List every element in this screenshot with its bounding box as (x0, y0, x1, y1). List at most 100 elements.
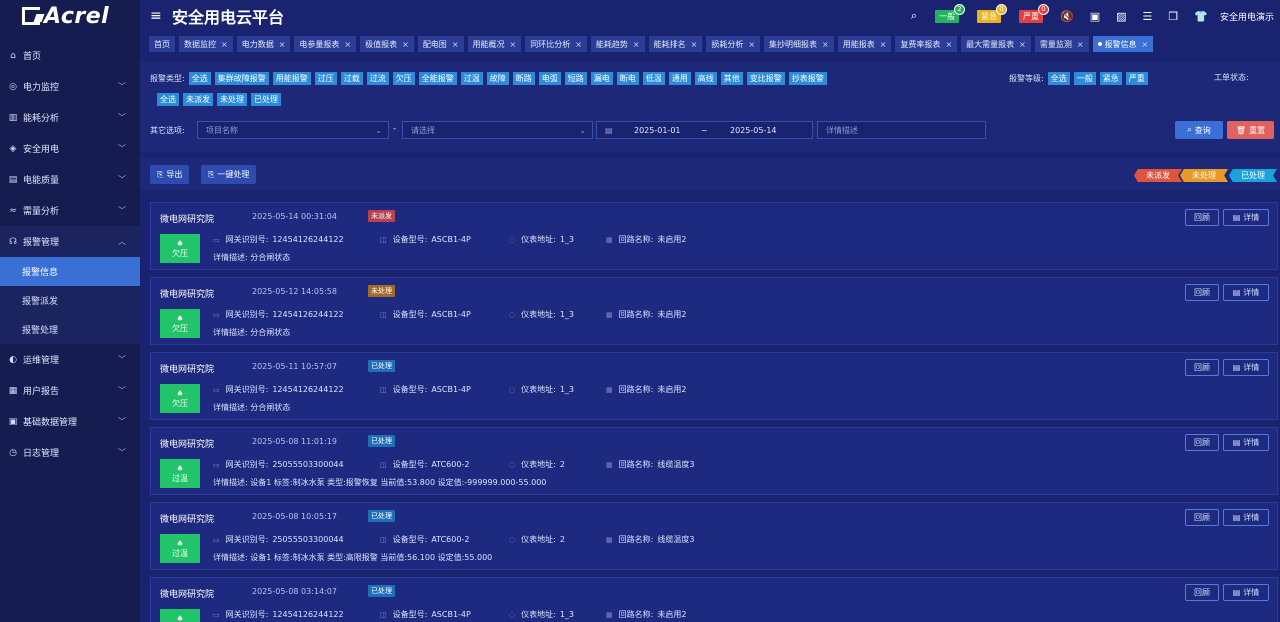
tab-6[interactable]: 用能概况 × (467, 36, 522, 52)
alarm-type-chip[interactable]: 用能报警 (272, 72, 311, 85)
detail-button[interactable]: ▤ 详情 (1223, 284, 1269, 301)
image-icon[interactable]: ▨ (1116, 10, 1126, 23)
tab-7[interactable]: 同环比分析 × (525, 36, 587, 52)
alarm-type-chip[interactable]: 断路 (512, 72, 535, 85)
alarm-level-badge-1[interactable]: 紧急 0 (977, 3, 1008, 23)
sidebar-item-1[interactable]: ◎ 电力监控 ﹀ (0, 71, 140, 102)
sidebar-subitem-1[interactable]: 报警派发 (0, 286, 140, 315)
reply-button[interactable]: 回顾 (1185, 509, 1219, 526)
sidebar-subitem-2[interactable]: 报警处理 (0, 315, 140, 344)
alarm-type-chip[interactable]: 故障 (486, 72, 509, 85)
close-icon[interactable]: × (344, 40, 351, 49)
detail-button[interactable]: ▤ 详情 (1223, 209, 1269, 226)
alarm-type-chip[interactable]: 集群故障报警 (214, 72, 269, 85)
alarm-level-badge-2[interactable]: 严重 0 (1019, 3, 1050, 23)
sidebar-item-0[interactable]: ⌂ 首页 (0, 40, 140, 71)
detail-button[interactable]: ▤ 详情 (1223, 434, 1269, 451)
tab-16[interactable]: 报警信息 × (1092, 36, 1154, 52)
sidebar-item-5[interactable]: ≈ 需量分析 ﹀ (0, 195, 140, 226)
alarm-type-chip[interactable]: 全选 (188, 72, 211, 85)
close-icon[interactable]: × (945, 40, 952, 49)
batch-process-button[interactable]: ⎘ 一键处理 (201, 165, 257, 184)
close-icon[interactable]: × (748, 40, 755, 49)
reply-button[interactable]: 回顾 (1185, 359, 1219, 376)
reply-button[interactable]: 回顾 (1185, 209, 1219, 226)
sidebar-subitem-0[interactable]: 报警信息 (0, 257, 140, 286)
sidebar-item-7[interactable]: ◐ 运维管理 ﹀ (0, 344, 140, 375)
tab-8[interactable]: 能耗趋势 × (590, 36, 645, 52)
list-icon[interactable]: ☰ (1143, 10, 1153, 23)
reset-button[interactable]: 🗑 重置 (1227, 121, 1274, 139)
alarm-level-chip[interactable]: 一般 (1073, 72, 1096, 85)
sidebar-item-3[interactable]: ◈ 安全用电 ﹀ (0, 133, 140, 164)
tab-11[interactable]: 集抄明细报表 × (764, 36, 834, 52)
alarm-type-chip[interactable]: 全能报警 (418, 72, 457, 85)
order-status-chip[interactable]: 已处理 (251, 93, 281, 106)
tab-5[interactable]: 配电图 × (417, 36, 464, 52)
close-icon[interactable]: × (221, 40, 228, 49)
tab-4[interactable]: 极值报表 × (360, 36, 414, 52)
alarm-level-chip[interactable]: 严重 (1125, 72, 1148, 85)
user-name[interactable]: 安全用电演示 (1220, 10, 1274, 23)
close-icon[interactable]: × (822, 40, 829, 49)
detail-button[interactable]: ▤ 详情 (1223, 509, 1269, 526)
close-icon[interactable]: × (1077, 40, 1084, 49)
close-icon[interactable]: × (1142, 40, 1149, 49)
sidebar-item-4[interactable]: ▤ 电能质量 ﹀ (0, 164, 140, 195)
alarm-type-chip[interactable]: 电弧 (538, 72, 561, 85)
tab-3[interactable]: 电参量报表 × (294, 36, 357, 52)
alarm-type-chip[interactable]: 低温 (642, 72, 665, 85)
alarm-type-chip[interactable]: 变比报警 (746, 72, 785, 85)
device-select[interactable]: 请选择 ⌄ (402, 121, 593, 139)
order-status-chip[interactable]: 全选 (157, 93, 179, 106)
alarm-type-chip[interactable]: 过温 (460, 72, 483, 85)
close-icon[interactable]: × (691, 40, 698, 49)
alarm-type-chip[interactable]: 漏电 (590, 72, 613, 85)
query-button[interactable]: ⌕ 查询 (1175, 121, 1223, 139)
sidebar-item-2[interactable]: ▥ 能耗分析 ﹀ (0, 102, 140, 133)
alarm-type-chip[interactable]: 欠压 (392, 72, 415, 85)
screen-icon[interactable]: ▣ (1090, 10, 1100, 23)
alarm-type-chip[interactable]: 过载 (340, 72, 363, 85)
alarm-type-chip[interactable]: 其他 (720, 72, 743, 85)
sidebar-item-6[interactable]: ☊ 报警管理 ︿ (0, 226, 140, 257)
export-button[interactable]: ⎘ 导出 (150, 165, 190, 184)
mute-icon[interactable]: 🔇 (1060, 10, 1074, 23)
alarm-level-chip[interactable]: 紧急 (1099, 72, 1122, 85)
alarm-type-chip[interactable]: 断电 (616, 72, 639, 85)
menu-toggle-icon[interactable]: ≡ (150, 8, 166, 24)
close-icon[interactable]: × (880, 40, 887, 49)
project-name-select[interactable]: 项目名称 ⌄ (197, 121, 389, 139)
date-range-picker[interactable]: ▤ 2025-01-01 ~ 2025-05-14 (596, 121, 813, 139)
reply-button[interactable]: 回顾 (1185, 434, 1219, 451)
tab-0[interactable]: 首页 (149, 36, 175, 52)
shirt-icon[interactable]: 👕 (1194, 10, 1208, 23)
detail-search-input[interactable]: 详情描述 (817, 121, 986, 139)
close-icon[interactable]: × (575, 40, 582, 49)
detail-button[interactable]: ▤ 详情 (1223, 584, 1269, 601)
close-icon[interactable]: × (279, 40, 286, 49)
tab-10[interactable]: 损耗分析 × (706, 36, 761, 52)
tab-12[interactable]: 用能报表 × (837, 36, 892, 52)
sidebar-item-10[interactable]: ◷ 日志管理 ﹀ (0, 437, 140, 468)
alarm-type-chip[interactable]: 短路 (564, 72, 587, 85)
sidebar-item-8[interactable]: ▦ 用户报告 ﹀ (0, 375, 140, 406)
alarm-type-chip[interactable]: 抄表报警 (788, 72, 827, 85)
tab-2[interactable]: 电力数据 × (236, 36, 291, 52)
alarm-level-chip[interactable]: 全选 (1047, 72, 1070, 85)
alarm-type-chip[interactable]: 过压 (314, 72, 337, 85)
close-icon[interactable]: × (1019, 40, 1026, 49)
order-status-chip[interactable]: 未处理 (217, 93, 247, 106)
close-icon[interactable]: × (452, 40, 459, 49)
reply-button[interactable]: 回顾 (1185, 584, 1219, 601)
sidebar-item-9[interactable]: ▣ 基础数据管理 ﹀ (0, 406, 140, 437)
alarm-level-badge-0[interactable]: 一般 2 (935, 3, 966, 23)
order-status-chip[interactable]: 未派发 (183, 93, 213, 106)
close-icon[interactable]: × (402, 40, 409, 49)
alarm-type-chip[interactable]: 高线 (694, 72, 717, 85)
detail-button[interactable]: ▤ 详情 (1223, 359, 1269, 376)
tab-15[interactable]: 需量监测 × (1034, 36, 1089, 52)
alarm-type-chip[interactable]: 通用 (668, 72, 691, 85)
close-icon[interactable]: × (633, 40, 640, 49)
search-icon[interactable]: ⌕ (911, 9, 917, 23)
